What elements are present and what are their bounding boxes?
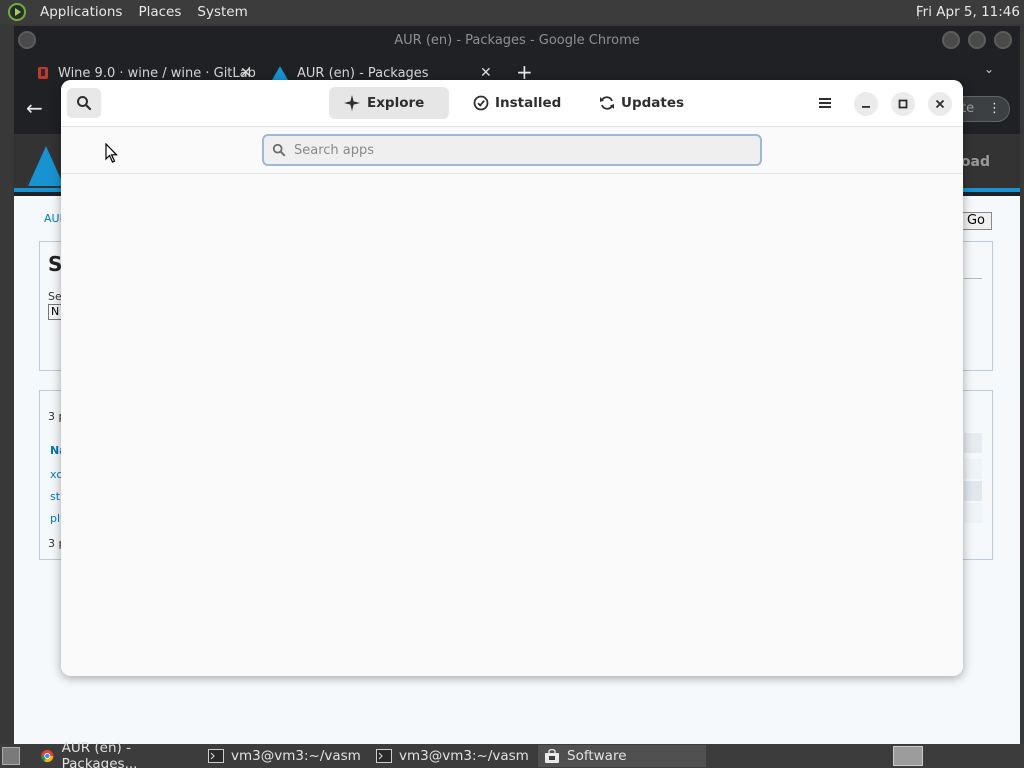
window-title: AUR (en) - Packages - Google Chrome <box>394 33 640 48</box>
places-menu[interactable]: Places <box>130 0 189 24</box>
software-bag-icon <box>545 749 559 763</box>
clock[interactable]: Fri Apr 5, 11:46 <box>916 0 1020 24</box>
desktop-screen: Applications Places System Fri Apr 5, 11… <box>0 0 1024 768</box>
maximize-window-button[interactable] <box>968 31 986 49</box>
taskbar-item-terminal[interactable]: vm3@vm3:~/vasm <box>202 745 366 767</box>
more-vert-icon[interactable]: ⋮ <box>988 97 1001 121</box>
show-desktop-icon[interactable] <box>2 747 20 765</box>
tab-label: Installed <box>495 95 562 111</box>
taskbar: AUR (en) - Packages... vm3@vm3:~/vasm vm… <box>0 740 1024 768</box>
search-icon <box>272 143 286 157</box>
taskbar-item-label: AUR (en) - Packages... <box>61 740 138 768</box>
refresh-icon <box>599 94 615 112</box>
back-arrow-icon[interactable]: ← <box>26 96 43 120</box>
tab-label: Wine 9.0 · wine / wine · GitLab <box>58 65 256 81</box>
tab-explore[interactable]: Explore <box>329 87 449 119</box>
taskbar-item-chrome[interactable]: AUR (en) - Packages... <box>34 740 198 768</box>
tab-label: AUR (en) - Packages <box>297 65 429 81</box>
close-window-button[interactable] <box>994 31 1012 49</box>
tab-installed[interactable]: Installed <box>459 87 563 119</box>
chrome-titlebar[interactable]: AUR (en) - Packages - Google Chrome <box>14 26 1020 58</box>
software-window: Explore Installed Updates <box>61 80 963 676</box>
minimize-button[interactable] <box>854 92 878 116</box>
close-button[interactable] <box>928 92 952 116</box>
arch-linux-icon <box>272 66 288 80</box>
search-entry[interactable] <box>262 134 762 166</box>
close-tab-icon[interactable]: ✕ <box>480 65 492 81</box>
taskbar-item-label: Software <box>567 748 627 764</box>
arch-logo[interactable] <box>28 146 64 186</box>
minimize-icon <box>862 106 870 108</box>
software-headerbar: Explore Installed Updates <box>61 80 963 127</box>
top-panel: Applications Places System Fri Apr 5, 11… <box>0 0 1024 24</box>
main-menu-button[interactable] <box>813 92 837 114</box>
download-link[interactable]: oad <box>961 154 990 170</box>
taskbar-item-label: vm3@vm3:~/vasm <box>231 748 361 764</box>
system-menu[interactable]: System <box>189 0 255 24</box>
search-input[interactable] <box>294 142 734 158</box>
tab-label: Explore <box>367 95 425 111</box>
chrome-icon <box>41 749 54 763</box>
taskbar-item-software[interactable]: Software <box>538 745 706 767</box>
close-icon <box>935 99 945 109</box>
table-row[interactable]: pl <box>50 512 60 525</box>
terminal-icon <box>208 749 224 763</box>
maximize-button[interactable] <box>891 92 915 116</box>
tab-label: Updates <box>621 95 685 111</box>
search-bar <box>61 127 963 174</box>
maximize-icon <box>898 99 908 109</box>
gitlab-icon <box>38 67 48 79</box>
hamburger-menu-icon <box>819 98 831 108</box>
applications-menu[interactable]: Applications <box>32 0 130 24</box>
go-button[interactable]: Go <box>960 212 992 230</box>
explore-content-area <box>61 174 963 676</box>
explore-sparkle-icon <box>343 94 361 112</box>
search-icon <box>77 96 92 111</box>
workspace-switcher[interactable] <box>893 746 923 766</box>
search-by-label: Se <box>48 290 62 303</box>
search-toggle-button[interactable] <box>67 88 101 118</box>
breadcrumb[interactable]: AUI <box>44 212 63 225</box>
minimize-window-button[interactable] <box>942 31 960 49</box>
close-tab-icon[interactable]: ✕ <box>240 65 252 81</box>
search-by-select[interactable]: N <box>48 304 62 320</box>
check-circle-icon <box>473 94 489 112</box>
terminal-icon <box>376 749 392 763</box>
mouse-pointer-icon <box>105 143 118 163</box>
mate-menu-icon[interactable] <box>8 3 26 21</box>
taskbar-item-label: vm3@vm3:~/vasm <box>399 748 529 764</box>
tab-updates[interactable]: Updates <box>585 87 685 119</box>
chevron-down-icon[interactable]: ⌄ <box>984 62 994 76</box>
taskbar-item-terminal[interactable]: vm3@vm3:~/vasm <box>370 745 534 767</box>
table-row[interactable]: st <box>50 490 60 503</box>
